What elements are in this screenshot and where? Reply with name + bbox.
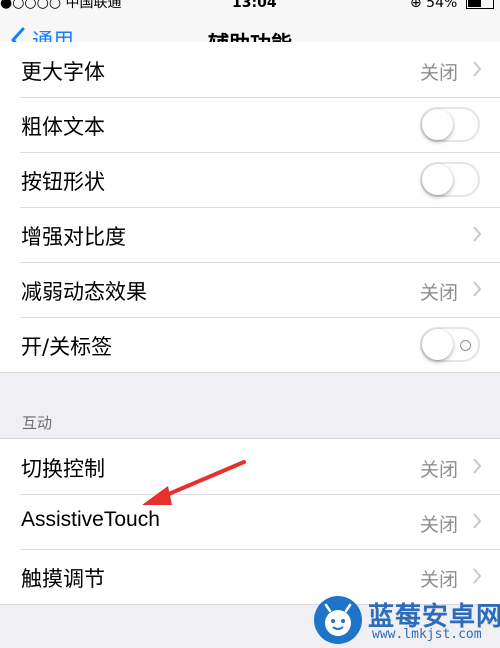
row-label: 减弱动态效果 [21,280,147,304]
row-value: 关闭 [419,62,458,84]
row-value: 关闭 [419,459,458,481]
watermark: 蓝莓安卓网 www.lmkjst.com [310,594,500,647]
settings-row-larger-text[interactable]: 更大字体 关闭 [0,42,500,97]
chevron-right-icon [473,226,482,242]
settings-row-button-shapes: 按钮形状 [0,152,500,207]
off-indicator-icon [460,340,471,351]
chevron-right-icon [473,568,482,584]
bold-text-toggle[interactable] [420,107,480,142]
row-label: 粗体文本 [21,115,105,139]
row-label: 切换控制 [21,457,105,481]
chevron-right-icon [473,281,482,297]
battery-icon [465,0,494,9]
chevron-right-icon [473,61,482,77]
settings-group-display: 更大字体 关闭 粗体文本 按钮形状 增强对比度 减弱动态效果 关闭 开/关标签 [0,42,500,373]
settings-group-interaction: 切换控制 关闭 AssistiveTouch 关闭 触摸调节 关闭 [0,438,500,605]
carrier-label: ●○○○○ 中国联通 [0,0,122,11]
watermark-logo-icon [314,596,362,644]
row-value: 关闭 [419,569,458,591]
settings-row-reduce-motion[interactable]: 减弱动态效果 关闭 [0,262,500,317]
watermark-url: www.lmkjst.com [372,627,482,642]
battery-status: ⊕ 54% [410,0,494,10]
settings-row-bold-text: 粗体文本 [0,97,500,152]
toggle-knob [422,109,453,140]
settings-row-switch-control[interactable]: 切换控制 关闭 [0,439,500,494]
status-time: 13:04 [232,0,277,11]
row-label: 按钮形状 [21,170,105,194]
row-label: 增强对比度 [21,225,126,249]
row-label: 触摸调节 [21,567,105,591]
toggle-knob [422,164,453,195]
settings-row-on-off-labels: 开/关标签 [0,317,500,372]
status-bar: ●○○○○ 中国联通 13:04 ⊕ 54% [0,0,500,14]
toggle-knob [422,329,453,360]
button-shapes-toggle[interactable] [420,162,480,197]
chevron-right-icon [473,513,482,529]
settings-row-assistivetouch[interactable]: AssistiveTouch 关闭 [0,494,500,549]
row-value: 关闭 [419,514,458,536]
chevron-right-icon [473,458,482,474]
settings-row-increase-contrast[interactable]: 增强对比度 [0,207,500,262]
row-label: 开/关标签 [21,335,113,359]
row-label: AssistiveTouch [21,508,160,531]
row-value: 关闭 [419,282,458,304]
section-header-interaction: 互动 [22,414,53,432]
row-label: 更大字体 [21,60,105,84]
on-off-labels-toggle[interactable] [420,327,480,362]
battery-percent: ⊕ 54% [410,0,458,11]
